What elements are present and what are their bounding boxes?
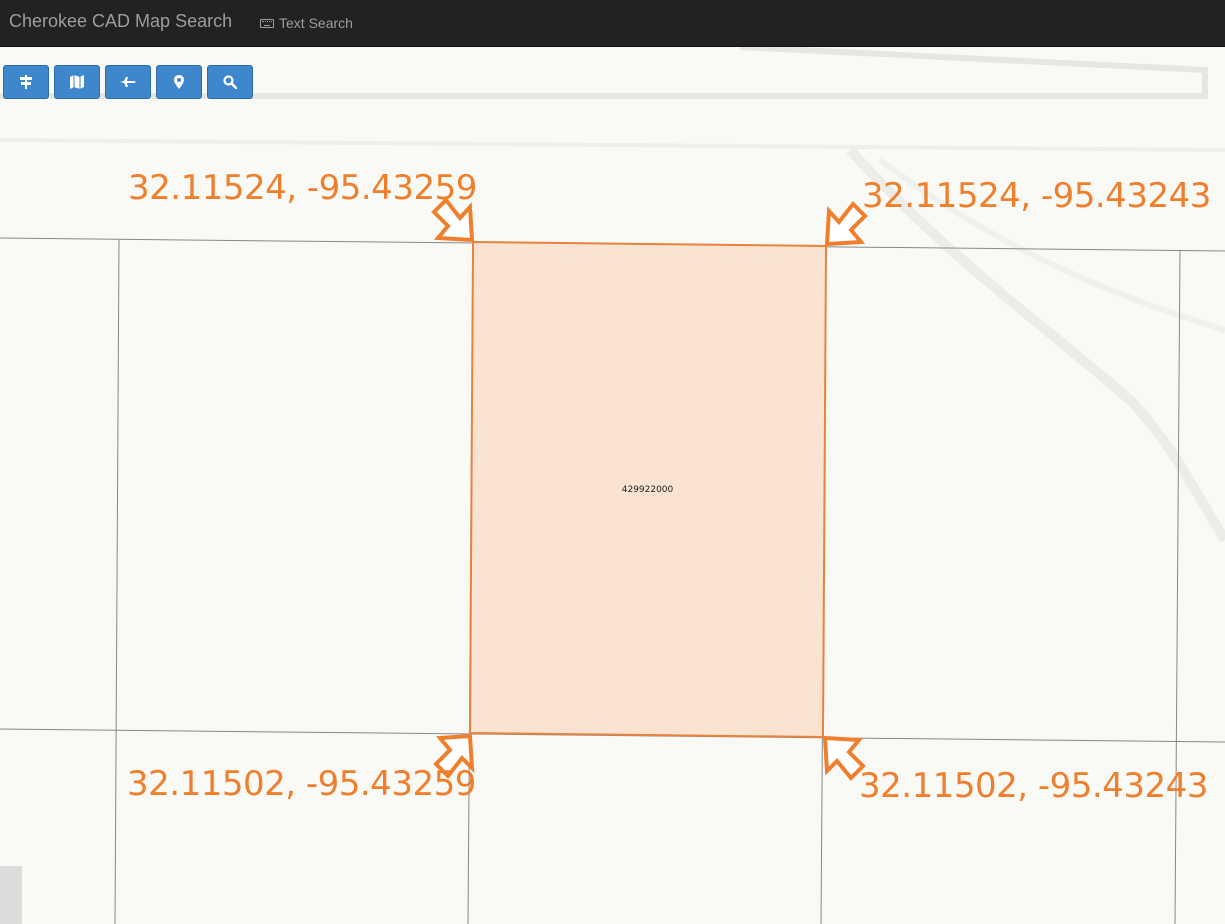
parcel-line: [1174, 249, 1181, 924]
layers-button[interactable]: [3, 65, 49, 99]
map-toolbar: [3, 65, 253, 99]
keyboard-icon: [260, 18, 274, 28]
text-search-link[interactable]: Text Search: [260, 15, 353, 31]
search-button[interactable]: [207, 65, 253, 99]
parcel-line: [114, 239, 120, 924]
map-control-edge: [0, 866, 22, 924]
coordinate-top-right: 32.11524, -95.43243: [862, 176, 1211, 216]
coordinate-bottom-left: 32.11502, -95.43259: [127, 764, 476, 804]
top-navbar: Cherokee CAD Map Search Text Search: [0, 0, 1225, 47]
location-button[interactable]: [156, 65, 202, 99]
app-title[interactable]: Cherokee CAD Map Search: [9, 11, 232, 32]
text-search-label: Text Search: [279, 15, 353, 31]
search-icon: [223, 75, 237, 89]
road-sign-icon: [20, 75, 32, 89]
basemap-button[interactable]: [54, 65, 100, 99]
parcel-id-label: 429922000: [621, 485, 674, 495]
coordinate-bottom-right: 32.11502, -95.43243: [859, 766, 1208, 806]
plane-icon: [120, 77, 136, 87]
map-icon: [70, 75, 84, 89]
coordinate-top-left: 32.11524, -95.43259: [128, 168, 477, 208]
corner-arrow-bottom-right: [822, 735, 866, 781]
map-marker-icon: [174, 75, 184, 89]
plane-button[interactable]: [105, 65, 151, 99]
corner-arrow-top-right: [824, 200, 868, 247]
background-road: [0, 138, 1225, 152]
